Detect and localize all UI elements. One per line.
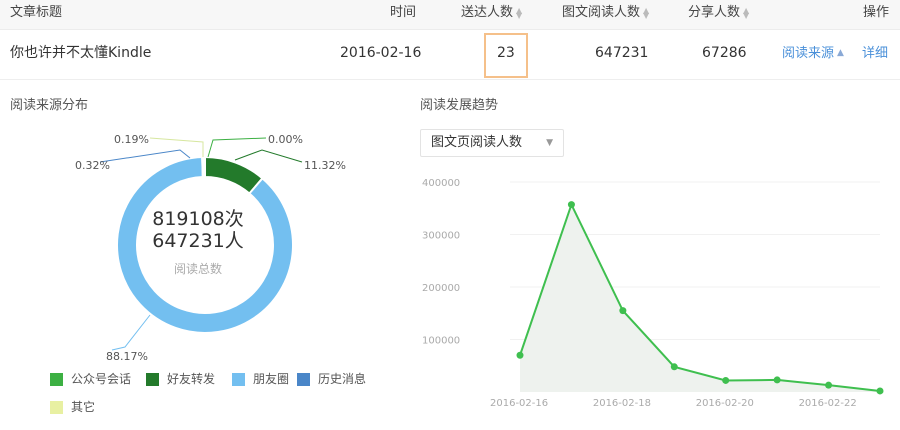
x-tick-label: 2016-02-16 [490,398,548,409]
sharers-count: 67286 [702,45,747,61]
total-reads: 819108次 [152,208,244,230]
data-point-2016-02-16[interactable] [516,351,524,359]
trend-area [520,204,880,392]
slice-label-moments: 88.17% [106,350,148,363]
pie-section-title: 阅读来源分布 [10,98,89,113]
x-tick-label: 2016-02-20 [696,398,754,409]
detail-link[interactable]: 详细 [862,30,888,80]
table-header: 文章标题 时间 送达人数 ▲ ▼ 图文阅读人数 ▲ ▼ 分享人数 ▲ ▼ 操作 [0,0,900,30]
header-title: 文章标题 [10,0,62,30]
header-title-label: 文章标题 [10,5,63,20]
data-point-2016-02-23[interactable] [876,387,884,395]
header-delivered-label: 送达人数 [461,5,514,20]
header-delivered[interactable]: 送达人数 ▲ ▼ [461,0,523,30]
y-tick-label: 100000 [422,336,460,347]
chevron-down-icon[interactable]: ▼ [546,130,553,156]
leader-line [149,137,204,157]
data-point-2016-02-20[interactable] [722,376,730,384]
leader-line [111,314,151,351]
legend-swatch [50,373,63,386]
header-time-label: 时间 [390,5,417,20]
y-tick-label: 400000 [422,178,460,189]
data-point-2016-02-22[interactable] [825,381,833,389]
data-point-2016-02-18[interactable] [619,307,627,315]
legend-item-official-session[interactable]: 公众号会话 [50,372,131,386]
header-readers[interactable]: 图文阅读人数 ▲ ▼ [562,0,650,30]
legend-swatch [50,401,63,414]
legend-item-history[interactable]: 历史消息 [297,372,366,386]
legend-item-moments[interactable]: 朋友圈 [232,372,289,386]
y-tick-label: 300000 [422,231,460,242]
trend-line-chart: 100000 200000 300000 400000 2016-02-16 2016-… [422,178,884,409]
metric-dropdown-value: 图文页阅读人数 [431,135,523,150]
data-point-2016-02-17[interactable] [567,201,575,209]
detail-link-label[interactable]: 详细 [862,46,888,61]
legend-item-friend-forward[interactable]: 好友转发 [146,372,215,386]
total-label: 阅读总数 [173,262,222,276]
donut-slice-4 [202,155,206,179]
legend-label: 公众号会话 [71,372,132,386]
donut-center: 819108次 647231人 阅读总数 [118,208,278,277]
table-row: 你也许并不太懂Kindle 2016-02-16 23 647231 67286… [0,30,900,80]
total-people: 647231人 [152,230,244,252]
legend-item-other[interactable]: 其它 [50,400,95,414]
data-point-2016-02-19[interactable] [670,363,678,371]
leader-line [99,149,191,163]
legend-label: 朋友圈 [253,372,290,386]
legend-label: 历史消息 [318,372,367,386]
article-time: 2016-02-16 [340,45,422,61]
metric-dropdown[interactable]: 图文页阅读人数 ▼ [420,129,564,157]
legend-swatch [146,373,159,386]
slice-label-official-session: 0.00% [268,133,303,146]
header-sharers-label: 分享人数 [688,5,741,20]
header-sharers[interactable]: 分享人数 ▲ ▼ [688,0,750,30]
caret-up-icon[interactable]: ▲ [837,48,844,58]
data-point-2016-02-21[interactable] [773,376,781,384]
read-source-link[interactable]: 阅读来源 ▲ [782,30,844,80]
sort-icon[interactable]: ▲ ▼ [743,6,750,19]
legend-label: 其它 [71,400,96,414]
header-readers-label: 图文阅读人数 [562,5,641,20]
x-tick-label: 2016-02-22 [799,398,857,409]
delivered-count: 23 [497,45,515,61]
readers-count: 647231 [595,45,649,61]
slice-label-other: 0.19% [114,133,149,146]
slice-label-friend-forward: 11.32% [304,159,346,172]
article-title: 你也许并不太懂Kindle [10,45,152,61]
sort-icon[interactable]: ▲ ▼ [516,6,523,19]
slice-label-history: 0.32% [75,159,110,172]
header-actions: 操作 [863,0,889,30]
header-time: 时间 [390,0,416,30]
y-tick-label: 200000 [422,283,460,294]
legend-label: 好友转发 [167,372,216,386]
leader-line [207,137,267,158]
leader-line [234,149,303,163]
header-actions-label: 操作 [863,5,890,20]
legend-swatch [232,373,245,386]
x-tick-label: 2016-02-18 [593,398,651,409]
legend-swatch [297,373,310,386]
sort-icon[interactable]: ▲ ▼ [643,6,650,19]
read-source-link-label[interactable]: 阅读来源 [782,46,834,61]
line-section-title: 阅读发展趋势 [420,98,499,113]
